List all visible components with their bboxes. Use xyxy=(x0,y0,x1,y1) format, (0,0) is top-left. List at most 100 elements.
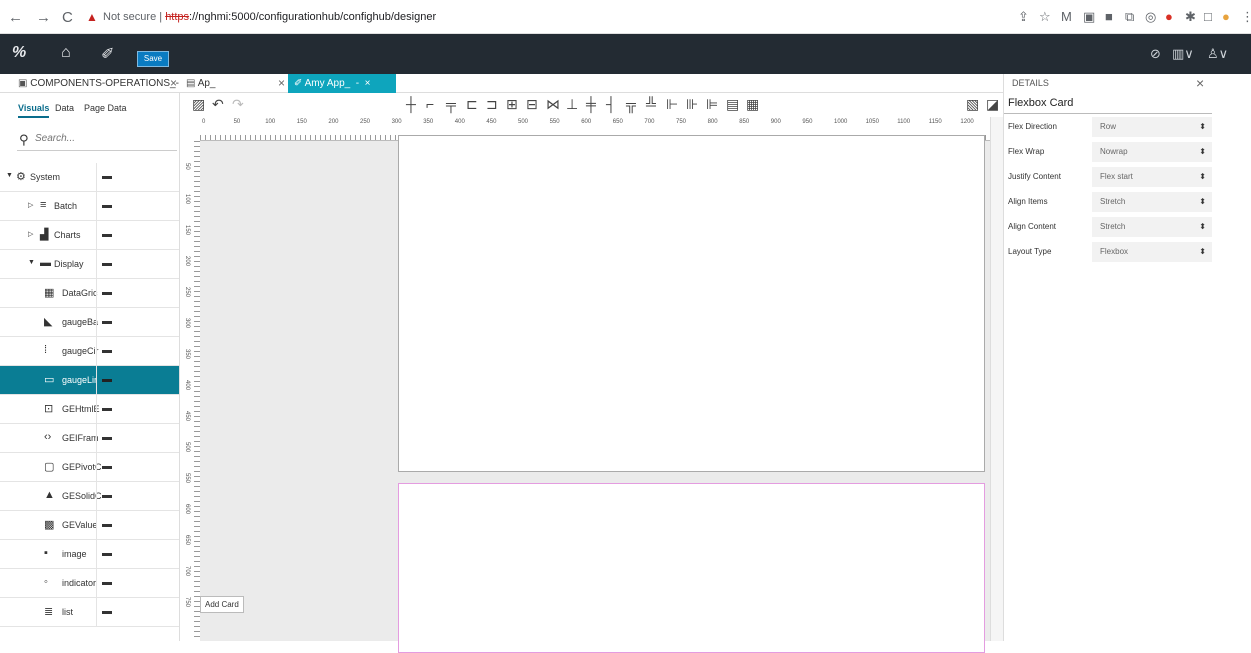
screenshot-icon[interactable]: ▨ xyxy=(192,96,205,113)
align-icon[interactable]: ╩ xyxy=(646,96,656,112)
display-device-icon[interactable]: ▬ xyxy=(102,461,112,472)
display-device-icon[interactable]: ▬ xyxy=(102,519,112,530)
extension-icon[interactable]: ◎ xyxy=(1145,9,1156,25)
user-icon[interactable]: ♙∨ xyxy=(1207,46,1228,62)
search-input[interactable] xyxy=(35,133,165,144)
brush-icon[interactable]: ✐ xyxy=(101,44,114,64)
sidepanel-icon[interactable]: □ xyxy=(1204,9,1212,24)
align-icon[interactable]: ⊩ xyxy=(666,96,678,113)
share-icon[interactable]: ⇪ xyxy=(1018,9,1029,25)
tree-item-indicator[interactable]: ◦ indicator ▬ xyxy=(0,569,179,598)
align-icon[interactable]: ⊟ xyxy=(526,96,538,113)
align-icon[interactable]: ⊐ xyxy=(486,96,498,113)
expand-icon[interactable]: ◪ xyxy=(986,96,999,113)
display-device-icon[interactable]: ▬ xyxy=(102,287,112,298)
puzzle-icon[interactable]: ✱ xyxy=(1185,9,1196,25)
display-device-icon[interactable]: ▬ xyxy=(102,200,112,211)
tree-item-image[interactable]: ▪ image ▬ xyxy=(0,540,179,569)
close-icon[interactable]: × xyxy=(278,74,285,93)
align-icon[interactable]: ╦ xyxy=(626,96,636,112)
forward-icon[interactable]: → xyxy=(36,9,51,26)
fit-icon[interactable]: ▧ xyxy=(966,96,979,113)
tree-item-gaugecircle[interactable]: ⁞ gaugeCir ▬ xyxy=(0,337,179,366)
property-select[interactable]: Flexbox ⬍ xyxy=(1092,242,1212,262)
tree-item-list[interactable]: ≣ list ▬ xyxy=(0,598,179,627)
gmail-extension-icon[interactable]: M xyxy=(1061,9,1072,24)
display-device-icon[interactable]: ▬ xyxy=(102,548,112,559)
display-device-icon[interactable]: ▬ xyxy=(102,374,112,385)
align-icon[interactable]: ┼ xyxy=(406,96,416,112)
tree-item-gehtml[interactable]: ⊡ GEHtmlE ▬ xyxy=(0,395,179,424)
tab-amy-app[interactable]: ✐ Amy App_ - × xyxy=(288,74,396,93)
property-select[interactable]: Flex start ⬍ xyxy=(1092,167,1212,187)
align-icon[interactable]: ╪ xyxy=(586,96,596,112)
tab-components-operations[interactable]: ▣ COMPONENTS-OPERATIONS_- xyxy=(18,74,179,93)
reload-icon[interactable]: C xyxy=(62,9,73,26)
redo-icon[interactable]: ↷ xyxy=(232,96,244,113)
tab-ap[interactable]: ▤ Ap_ xyxy=(186,74,215,93)
back-icon[interactable]: ← xyxy=(8,9,23,26)
home-icon[interactable]: ⌂ xyxy=(61,44,71,62)
flexbox-card-selected[interactable] xyxy=(398,483,985,653)
display-device-icon[interactable]: ▬ xyxy=(102,258,112,269)
display-device-icon[interactable]: ▬ xyxy=(102,403,112,414)
tab-page-data[interactable]: Page Data xyxy=(84,103,127,113)
close-icon[interactable]: × xyxy=(170,74,177,93)
extension-icon[interactable]: ⧉ xyxy=(1125,9,1134,25)
avatar[interactable]: ● xyxy=(1222,9,1230,24)
align-icon[interactable]: ▦ xyxy=(746,96,759,113)
canvas-scrollbar[interactable] xyxy=(990,117,1003,641)
tree-item-batch[interactable]: ▷ ≡ Batch ▬ xyxy=(0,192,179,221)
display-device-icon[interactable]: ▬ xyxy=(102,316,112,327)
design-canvas[interactable] xyxy=(200,135,990,653)
align-icon[interactable]: ⊥ xyxy=(566,96,578,113)
display-device-icon[interactable]: ▬ xyxy=(102,606,112,617)
warning-icon[interactable]: ▲ xyxy=(86,10,98,24)
align-icon[interactable]: ⊞ xyxy=(506,96,518,113)
property-select[interactable]: Stretch ⬍ xyxy=(1092,192,1212,212)
property-select[interactable]: Row ⬍ xyxy=(1092,117,1212,137)
property-select[interactable]: Stretch ⬍ xyxy=(1092,217,1212,237)
tree-item-charts[interactable]: ▷ ▟ Charts ▬ xyxy=(0,221,179,250)
align-icon[interactable]: ⊏ xyxy=(466,96,478,113)
align-icon[interactable]: ┤ xyxy=(606,96,616,112)
flexbox-card[interactable] xyxy=(398,135,985,472)
align-icon[interactable]: ⋈ xyxy=(546,96,560,113)
align-icon[interactable]: ╤ xyxy=(446,96,456,112)
save-button[interactable]: Save xyxy=(137,51,169,67)
extension-icon[interactable]: ● xyxy=(1165,9,1173,24)
tab-data[interactable]: Data xyxy=(55,103,74,113)
undo-icon[interactable]: ↶ xyxy=(212,96,224,113)
layout-icon[interactable]: ▥∨ xyxy=(1172,46,1194,62)
caret-right-icon[interactable]: ▷ xyxy=(28,230,33,238)
display-device-icon[interactable]: ▬ xyxy=(102,432,112,443)
more-icon[interactable]: ⋮ xyxy=(1241,9,1251,25)
property-select[interactable]: Nowrap ⬍ xyxy=(1092,142,1212,162)
caret-down-icon[interactable]: ▼ xyxy=(6,172,13,179)
display-device-icon[interactable]: ▬ xyxy=(102,229,112,240)
bookmark-star-icon[interactable]: ☆ xyxy=(1039,9,1051,25)
display-device-icon[interactable]: ▬ xyxy=(102,490,112,501)
align-icon[interactable]: ▤ xyxy=(726,96,739,113)
display-device-icon[interactable]: ▬ xyxy=(102,577,112,588)
tab-visuals[interactable]: Visuals xyxy=(18,103,50,118)
align-icon[interactable]: ⊫ xyxy=(706,96,718,113)
tree-item-gaugebar[interactable]: ◣ gaugeBa ▬ xyxy=(0,308,179,337)
align-icon[interactable]: ⌐ xyxy=(426,96,434,112)
close-icon[interactable]: × xyxy=(1196,75,1204,91)
address-bar[interactable]: Not secure | https://nghmi:5000/configur… xyxy=(103,11,436,23)
tree-item-system[interactable]: ▼ ⚙ System ▬ xyxy=(0,163,179,192)
align-icon[interactable]: ⊪ xyxy=(686,96,698,113)
tree-item-gaugelinear[interactable]: ▭ gaugeLir ▬ xyxy=(0,366,179,395)
tree-item-datagrid[interactable]: ▦ DataGric ▬ xyxy=(0,279,179,308)
tree-item-geiframe[interactable]: ‹› GEIFram ▬ xyxy=(0,424,179,453)
tree-item-display[interactable]: ▼ ▬ Display ▬ xyxy=(0,250,179,279)
app-logo-icon[interactable]: % xyxy=(12,44,26,62)
caret-right-icon[interactable]: ▷ xyxy=(28,201,33,209)
caret-down-icon[interactable]: ▼ xyxy=(28,259,35,266)
tree-item-gepivot[interactable]: ▢ GEPivotC ▬ xyxy=(0,453,179,482)
tree-item-gesolid[interactable]: ▲ GESolidC ▬ xyxy=(0,482,179,511)
display-device-icon[interactable]: ▬ xyxy=(102,171,112,182)
tree-item-gevalue[interactable]: ▩ GEValue ▬ xyxy=(0,511,179,540)
help-icon[interactable]: ⊘ xyxy=(1150,46,1161,62)
